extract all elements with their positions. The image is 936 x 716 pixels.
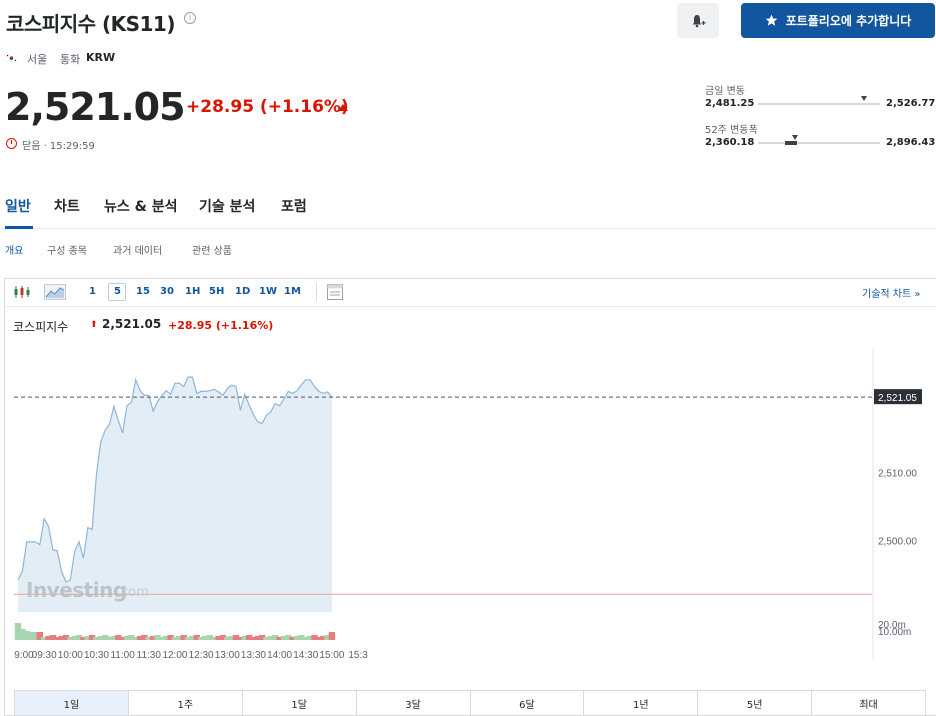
week52-range-bar — [758, 135, 880, 145]
interval-1d[interactable]: 1D — [235, 286, 250, 297]
interval-15[interactable]: 15 — [136, 286, 150, 297]
tab-technical[interactable]: 기술 분석 — [199, 196, 255, 216]
week52-range-marker — [791, 135, 798, 140]
period-3[interactable]: 3달 — [357, 691, 471, 715]
day-range-low: 2,481.25 — [705, 98, 755, 109]
interval-1m[interactable]: 1M — [284, 286, 301, 297]
area-chart-icon[interactable] — [44, 284, 66, 300]
tab-forum[interactable]: 포럼 — [281, 196, 307, 216]
last-price: 2,521.05 — [5, 85, 186, 129]
interval-1[interactable]: 1 — [89, 286, 96, 297]
x-tick-label: 15:00 — [319, 650, 344, 661]
active-tab-indicator — [5, 226, 33, 229]
currency-label: 통화 — [60, 53, 81, 66]
price-area — [18, 377, 332, 612]
day-range-label: 금일 변동 — [705, 86, 745, 97]
subtab-components[interactable]: 구성 종목 — [47, 242, 87, 257]
day-range-high: 2,526.77 — [886, 98, 936, 109]
subtab-historical[interactable]: 과거 데이터 — [113, 242, 162, 257]
korea-flag-icon — [6, 54, 17, 62]
watermark-suffix: .com — [117, 585, 149, 600]
period-2[interactable]: 1달 — [243, 691, 357, 715]
page-title: 코스피지수 (KS11) — [6, 12, 175, 36]
period-0[interactable]: 1일 — [15, 691, 129, 715]
x-tick-label: 12:00 — [162, 650, 187, 661]
clock-icon — [6, 138, 17, 149]
price-chart[interactable]: 2,521.052,510.002,500.0020.0m10.00m9:000… — [0, 300, 936, 670]
x-tick-label: 15:3 — [348, 650, 368, 661]
up-arrow-icon — [338, 104, 348, 111]
interval-30[interactable]: 30 — [160, 286, 174, 297]
x-tick-label: 13:00 — [215, 650, 240, 661]
portfolio-button-label: 포트폴리오에 추가합니다 — [785, 14, 912, 28]
volume-bar — [328, 632, 336, 640]
y-tick-label: 2,510.00 — [878, 468, 917, 479]
period-5[interactable]: 1년 — [584, 691, 699, 715]
price-change: +28.95 (+1.16%) — [186, 97, 349, 117]
tab-general[interactable]: 일반 — [5, 196, 31, 216]
week52-range-high: 2,896.43 — [886, 137, 936, 148]
currency-value: KRW — [86, 51, 116, 64]
x-tick-label: 10:30 — [84, 650, 109, 661]
period-selector: 1일 1주 1달 3달 6달 1년 5년 최대 — [14, 690, 926, 716]
interval-1h[interactable]: 1H — [185, 286, 200, 297]
x-tick-label: 14:30 — [293, 650, 318, 661]
period-7[interactable]: 최대 — [812, 691, 925, 715]
period-4[interactable]: 6달 — [471, 691, 585, 715]
tab-news[interactable]: 뉴스 & 분석 — [104, 196, 177, 216]
subtab-related[interactable]: 관련 상품 — [192, 242, 232, 257]
table-icon[interactable] — [327, 284, 343, 300]
x-tick-label: 11:00 — [110, 650, 135, 661]
add-alert-button[interactable] — [677, 3, 719, 38]
current-price-label: 2,521.05 — [878, 393, 917, 404]
interval-5h[interactable]: 5H — [209, 286, 224, 297]
period-1[interactable]: 1주 — [129, 691, 243, 715]
x-tick-label: 11:30 — [137, 650, 162, 661]
interval-1w[interactable]: 1W — [259, 286, 277, 297]
info-icon[interactable]: i — [184, 12, 196, 24]
technical-chart-link[interactable]: 기술적 차트 » — [862, 285, 920, 300]
exchange-name: 서울 — [27, 53, 48, 66]
interval-5[interactable]: 5 — [114, 286, 121, 297]
week52-range-low: 2,360.18 — [705, 137, 755, 148]
toolbar-separator — [316, 283, 317, 301]
candlestick-icon[interactable] — [13, 285, 33, 299]
x-tick-label: 13:30 — [241, 650, 266, 661]
x-tick-label: 12:30 — [189, 650, 214, 661]
add-to-portfolio-button[interactable]: 포트폴리오에 추가합니다 — [741, 3, 935, 38]
week52-range-fill — [784, 141, 797, 145]
volume-tick-label: 10.00m — [878, 627, 911, 638]
watermark-brand: Investing — [26, 578, 127, 602]
x-tick-label: 09:30 — [32, 650, 57, 661]
x-tick-label: 10:00 — [58, 650, 83, 661]
tabs-divider — [0, 228, 936, 229]
star-icon — [765, 14, 778, 26]
day-range-bar — [758, 96, 880, 105]
week52-range-label: 52주 변동폭 — [705, 125, 758, 136]
x-tick-label: 14:00 — [267, 650, 292, 661]
tab-chart[interactable]: 차트 — [54, 196, 80, 216]
y-tick-label: 2,500.00 — [878, 537, 917, 548]
day-range-marker — [861, 96, 868, 101]
subtab-overview[interactable]: 개요 — [5, 242, 23, 257]
bell-plus-icon — [692, 14, 706, 27]
market-status: 닫음 · 15:29:59 — [22, 141, 95, 152]
period-6[interactable]: 5년 — [698, 691, 813, 715]
